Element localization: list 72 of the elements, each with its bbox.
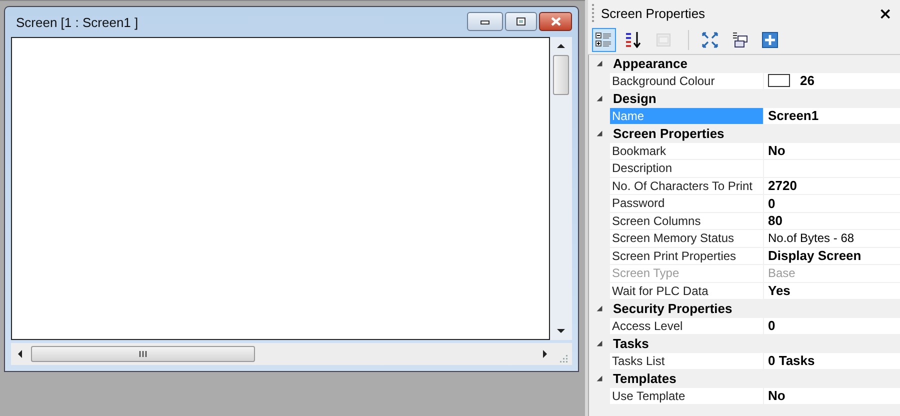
property-name[interactable]: Tasks List — [610, 352, 763, 370]
property-name[interactable]: Bookmark — [610, 142, 763, 160]
horizontal-scrollbar[interactable] — [11, 343, 572, 365]
property-name[interactable]: Screen Columns — [610, 212, 763, 230]
colour-swatch — [768, 74, 790, 88]
property-name[interactable]: Description — [610, 160, 763, 178]
value-cell[interactable]: Screen1 — [763, 108, 900, 125]
property-name[interactable]: Access Level — [610, 318, 763, 335]
property-value: No.of Bytes - 68 — [768, 231, 854, 246]
property-value: No — [768, 143, 786, 158]
property-value: 26 — [800, 73, 814, 88]
category-label[interactable]: Tasks — [610, 336, 649, 352]
resize-grip-icon[interactable] — [558, 353, 568, 363]
property-name[interactable]: No. Of Characters To Print — [610, 178, 763, 195]
restore-button[interactable] — [505, 12, 537, 31]
collapse-icon[interactable] — [596, 375, 603, 382]
value-cell[interactable]: 26 — [763, 72, 900, 90]
property-name[interactable]: Use Template — [610, 388, 763, 405]
value-cell[interactable]: No — [763, 142, 900, 160]
categorized-view-button[interactable] — [592, 28, 616, 52]
property-value: No — [768, 388, 786, 404]
add-icon — [760, 30, 780, 50]
property-name[interactable]: Wait for PLC Data — [610, 282, 763, 300]
value-cell[interactable]: No — [763, 388, 900, 405]
scroll-up-icon[interactable] — [556, 41, 566, 51]
property-name[interactable]: Screen Memory Status — [610, 230, 763, 248]
value-cell[interactable]: 0 — [763, 195, 900, 212]
grip-icon — [139, 350, 147, 358]
close-button[interactable]: × — [876, 4, 894, 22]
property-name[interactable]: Background Colour — [610, 72, 763, 90]
close-button[interactable] — [539, 12, 572, 31]
close-icon — [548, 16, 562, 27]
category-label[interactable]: Appearance — [610, 56, 688, 72]
category-label[interactable]: Design — [610, 91, 656, 106]
drag-handle-icon[interactable] — [592, 3, 595, 23]
minimize-button[interactable] — [467, 12, 503, 31]
scroll-thumb[interactable] — [553, 55, 569, 95]
value-cell[interactable]: 0 Tasks — [763, 352, 900, 370]
scroll-thumb[interactable] — [31, 346, 255, 362]
value-cell[interactable]: Yes — [763, 282, 900, 300]
panel-title: Screen Properties — [601, 6, 706, 20]
vertical-scrollbar[interactable] — [550, 37, 572, 340]
value-cell[interactable]: 80 — [763, 212, 900, 230]
category-label[interactable]: Screen Properties — [610, 126, 724, 142]
property-value: Base — [768, 266, 796, 280]
collapse-icon[interactable] — [596, 340, 603, 348]
expand-icon — [700, 30, 720, 50]
property-name[interactable]: Password — [610, 195, 763, 212]
value-cell[interactable]: No.of Bytes - 68 — [763, 230, 900, 248]
scroll-right-icon[interactable] — [540, 349, 550, 359]
property-value: 0 Tasks — [768, 353, 815, 368]
window-title: Screen [1 : Screen1 ] — [15, 14, 138, 30]
property-value: Display Screen — [768, 248, 862, 264]
property-value: 0 — [768, 196, 776, 211]
property-value: Yes — [768, 283, 790, 298]
property-value: 2720 — [768, 178, 797, 194]
collapse-icon[interactable] — [596, 60, 603, 68]
property-value: Screen1 — [768, 108, 819, 124]
category-label[interactable]: Security Properties — [610, 301, 732, 316]
property-value: 0 — [768, 318, 776, 334]
value-cell[interactable]: Display Screen — [763, 248, 900, 265]
value-cell[interactable]: 0 — [763, 318, 900, 335]
category-label[interactable]: Templates — [610, 371, 676, 386]
collapse-icon[interactable] — [596, 305, 603, 312]
scroll-down-icon[interactable] — [556, 326, 566, 336]
windows-icon — [730, 30, 750, 50]
value-cell[interactable]: 2720 — [763, 178, 900, 195]
restore-icon — [514, 16, 528, 27]
property-name[interactable]: Screen Print Properties — [610, 248, 763, 265]
property-value: 80 — [768, 213, 782, 228]
collapse-icon[interactable] — [596, 95, 603, 102]
collapse-icon[interactable] — [596, 130, 603, 138]
